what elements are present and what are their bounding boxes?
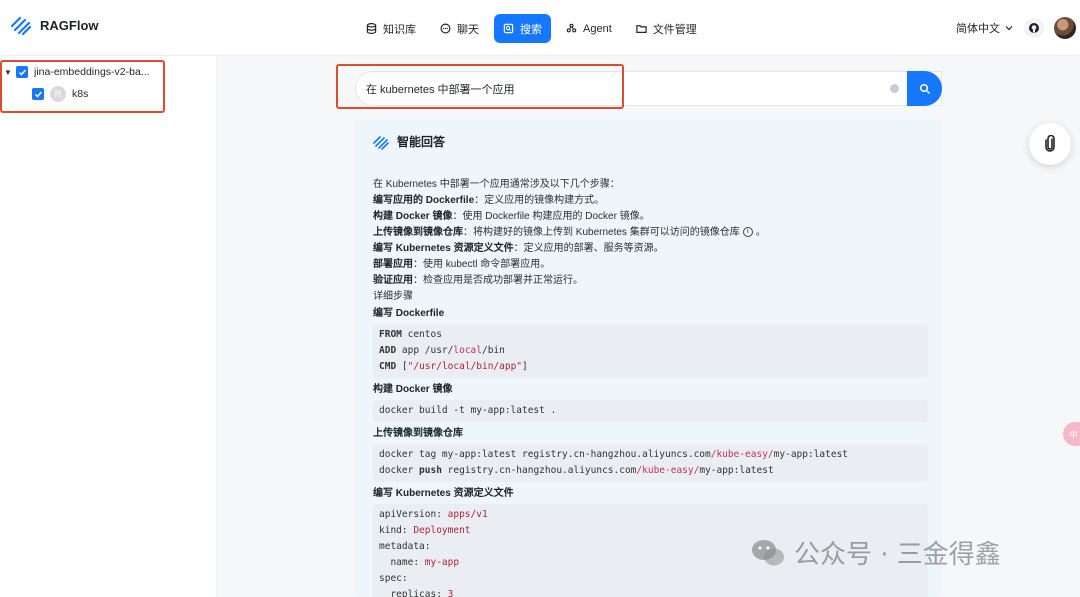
language-selector[interactable]: 简体中文 — [956, 20, 1014, 36]
app-name: RAGFlow — [40, 17, 99, 33]
nav-chat[interactable]: 聊天 — [431, 14, 488, 43]
top-header: RAGFlow 知识库 聊天 搜索 Agent 文件管理 简体中文 — [0, 0, 1080, 56]
search-icon — [503, 23, 514, 34]
answer-step: 构建 Docker 镜像：使用 Dockerfile 构建应用的 Docker … — [373, 211, 650, 222]
answer-title: 智能回答 — [397, 135, 446, 149]
nav-search[interactable]: 搜索 — [494, 14, 551, 43]
answer-step: 上传镜像到镜像仓库：将构建好的镜像上传到 Kubernetes 集群可以访问的镜… — [373, 227, 766, 238]
section-heading: 编写 Dockerfile — [373, 308, 445, 319]
edge-floating-bubble[interactable]: 中 — [1063, 422, 1080, 446]
folder-icon — [636, 25, 647, 33]
details-label: 详细步骤 — [373, 291, 413, 302]
answer-step: 编写应用的 Dockerfile：定义应用的镜像构建方式。 — [373, 195, 605, 206]
member-avatar: R — [50, 86, 66, 102]
main-nav: 知识库 聊天 搜索 Agent 文件管理 — [357, 14, 706, 43]
code-block-dockerfile: FROM centos ADD app /usr/local/bin CMD [… — [373, 324, 928, 378]
tree-item-knowledge-base[interactable]: ▼ jina-embeddings-v2-ba... — [4, 66, 150, 78]
nav-label: Agent — [583, 22, 612, 35]
database-icon — [366, 23, 377, 34]
checkbox-checked[interactable] — [32, 88, 44, 100]
nav-file-management[interactable]: 文件管理 — [626, 14, 706, 43]
agent-icon — [566, 23, 577, 33]
github-link[interactable] — [1024, 18, 1044, 38]
code-block-push: docker tag my-app:latest registry.cn-han… — [373, 444, 928, 482]
answer-intro: 在 Kubernetes 中部署一个应用通常涉及以下几个步骤： — [373, 179, 620, 190]
info-icon[interactable]: i — [742, 227, 753, 238]
search-button[interactable] — [907, 71, 942, 106]
member-name: k8s — [72, 88, 89, 100]
search-bar — [355, 71, 942, 106]
nav-knowledge-base[interactable]: 知识库 — [357, 14, 425, 43]
section-heading: 编写 Kubernetes 资源定义文件 — [373, 488, 514, 499]
section-heading: 构建 Docker 镜像 — [373, 384, 453, 395]
paperclip-icon — [1045, 135, 1055, 152]
tree-item-member[interactable]: R k8s — [32, 86, 88, 102]
ai-logo-icon — [373, 135, 389, 150]
nav-label: 知识库 — [383, 23, 416, 36]
clear-icon[interactable] — [890, 84, 899, 93]
wechat-icon — [752, 539, 784, 565]
nav-agent[interactable]: Agent — [557, 14, 621, 43]
user-avatar[interactable] — [1054, 17, 1076, 39]
chat-icon — [440, 23, 451, 34]
answer-step: 部署应用：使用 kubectl 命令部署应用。 — [373, 259, 551, 270]
chevron-down-icon — [1005, 26, 1013, 31]
knowledge-base-name: jina-embeddings-v2-ba... — [34, 66, 150, 78]
knowledge-base-sidebar: ▼ jina-embeddings-v2-ba... R k8s — [0, 56, 217, 597]
nav-label: 文件管理 — [652, 23, 697, 36]
check-icon — [34, 91, 42, 98]
language-label: 简体中文 — [956, 23, 1000, 35]
search-icon — [919, 83, 930, 94]
nav-label: 聊天 — [457, 23, 479, 36]
answer-header: 智能回答 — [373, 133, 445, 150]
code-block-build: docker build -t my-app:latest . — [373, 400, 928, 422]
brand[interactable]: RAGFlow — [10, 14, 99, 36]
github-icon — [1029, 23, 1039, 33]
search-main: 智能回答 在 Kubernetes 中部署一个应用通常涉及以下几个步骤： 编写应… — [217, 56, 1080, 597]
checkbox-checked[interactable] — [16, 66, 28, 78]
nav-label: 搜索 — [520, 23, 542, 36]
ragflow-logo-icon — [10, 16, 32, 36]
watermark-text: 公众号 · 三金得鑫 — [794, 540, 1001, 570]
section-heading: 上传镜像到镜像仓库 — [373, 428, 463, 439]
attachment-button[interactable] — [1029, 123, 1071, 165]
answer-step: 验证应用：检查应用是否成功部署并正常运行。 — [373, 275, 583, 286]
watermark: 公众号 · 三金得鑫 — [750, 534, 1001, 571]
header-actions: 简体中文 — [956, 17, 1076, 39]
ai-answer-panel: 智能回答 在 Kubernetes 中部署一个应用通常涉及以下几个步骤： 编写应… — [355, 119, 942, 597]
check-icon — [18, 69, 26, 76]
search-input[interactable] — [366, 72, 886, 105]
caret-down-icon[interactable]: ▼ — [4, 68, 12, 77]
answer-step: 编写 Kubernetes 资源定义文件：定义应用的部署、服务等资源。 — [373, 243, 664, 254]
